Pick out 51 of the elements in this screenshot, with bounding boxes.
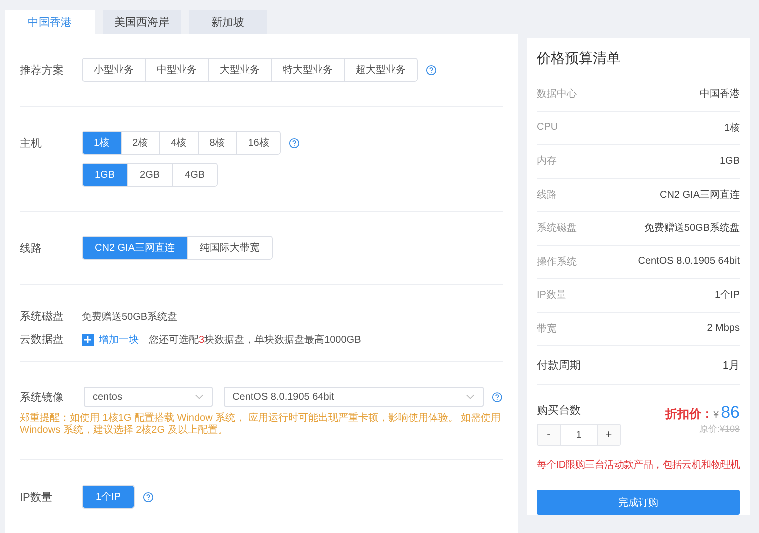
summary-value: 1核 [724,122,740,135]
system-disk-label: 系统磁盘 [20,310,65,324]
image-label: 系统镜像 [20,390,65,404]
summary-value: 中国香港 [700,88,740,102]
period-label: 付款周期 [537,358,581,372]
currency-symbol: ¥ [714,410,720,421]
plan-option[interactable]: 小型业务 [83,59,146,81]
chevron-down-icon [194,394,204,400]
summary-value: 1GB [720,156,740,167]
summary-value: 2 Mbps [707,323,740,334]
help-icon[interactable] [426,64,437,76]
decrement-button[interactable]: - [538,425,560,445]
discount-price: 86 [721,403,740,423]
help-icon[interactable] [143,492,154,502]
summary-value: CN2 GIA三网直连 [660,188,740,202]
warning-text: 郑重提醒：如使用 1核1G 配置搭载 Window 系统， 应用运行时可能出现严重卡顿，影响使用体验。 如需使用 Windows 系统，建议选择 2核2G 及以上配置。 [20,413,502,437]
line-label: 线路 [20,242,43,256]
plan-label: 推荐方案 [20,64,65,78]
discount-label: 折扣价： [666,406,714,423]
original-price-label: 原价: [699,424,720,434]
plus-icon[interactable] [82,334,94,346]
help-icon[interactable] [492,392,503,402]
increment-button[interactable]: + [598,425,620,445]
summary-label: 操作系统 [537,256,577,269]
chevron-down-icon [466,394,476,400]
region-tab[interactable]: 美国西海岸 [103,10,181,34]
help-icon[interactable] [289,138,300,148]
host-label: 主机 [20,136,43,150]
period-value: 1月 [722,358,740,372]
data-disk-note: 您还可选配3块数据盘，单块数据盘最高1000GB [149,334,362,346]
summary-label: IP数量 [537,289,566,302]
quantity-label: 购买台数 [537,404,582,418]
summary-label: 系统磁盘 [537,222,577,236]
summary-value: CentOS 8.0.1905 64bit [638,256,740,268]
summary-value: 1个IP [714,289,740,302]
original-price: ¥108 [720,424,740,434]
summary-label: 数据中心 [537,88,577,102]
summary-value: 免费赠送50GB系统盘 [644,222,740,236]
summary-title: 价格预算清单 [537,49,622,68]
ip-label: IP数量 [20,490,54,504]
summary-label: CPU [537,122,558,134]
system-disk-value: 免费赠送50GB系统盘 [82,310,178,324]
version-select[interactable]: CentOS 8.0.1905 64bit [224,387,484,407]
summary-label: 内存 [537,154,557,168]
summary-label: 带宽 [537,322,557,336]
region-tab[interactable]: 新加坡 [189,10,267,34]
os-select[interactable]: centos [84,387,213,407]
data-disk-label: 云数据盘 [20,333,65,347]
add-disk-link[interactable]: 增加一块 [99,332,139,346]
summary-label: 线路 [537,188,557,202]
purchase-limit-note: 每个ID限购三台活动款产品，包括云机和物理机 [537,458,740,472]
